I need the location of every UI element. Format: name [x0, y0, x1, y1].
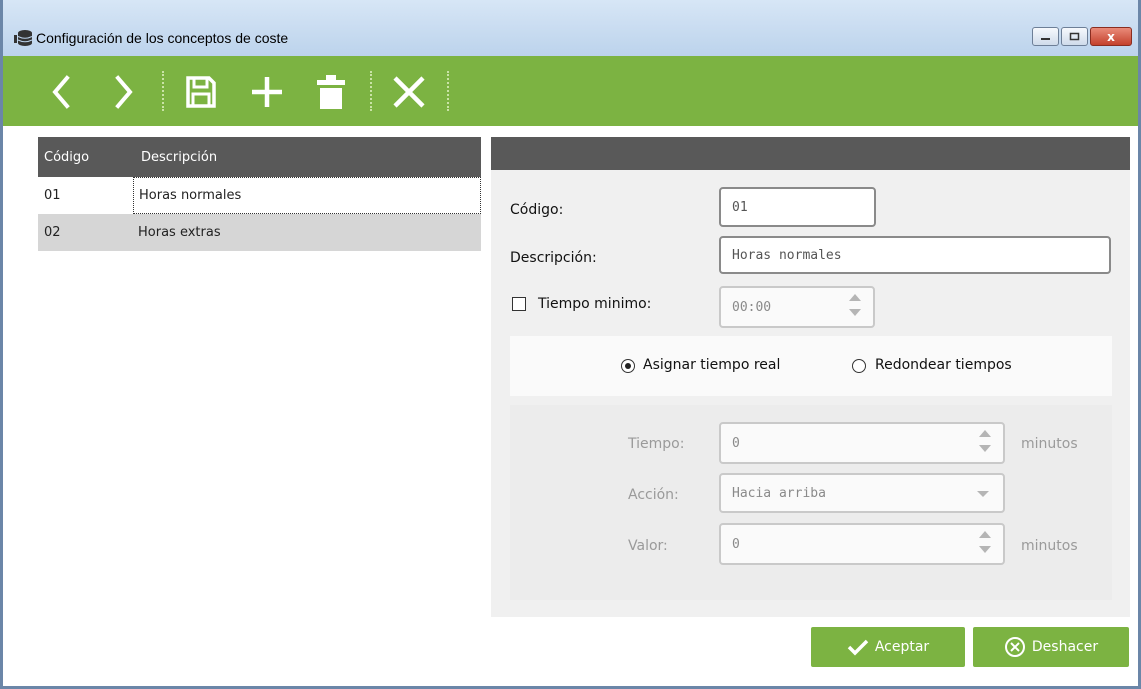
close-window-button[interactable]: x — [1090, 27, 1132, 46]
next-button[interactable] — [102, 70, 146, 114]
codigo-input[interactable]: 01 — [719, 187, 876, 227]
valor-stepper[interactable]: 0 — [719, 523, 1005, 565]
valor-value: 0 — [732, 536, 740, 552]
cancel-circle-icon — [1004, 637, 1025, 657]
database-icon — [14, 30, 33, 46]
aceptar-button[interactable]: Aceptar — [811, 627, 965, 667]
tiempo-label: Tiempo: — [628, 436, 685, 452]
descripcion-label: Descripción: — [510, 250, 597, 266]
minimize-icon — [1041, 38, 1050, 40]
close-window-icon: x — [1107, 29, 1115, 44]
radio-asignar-label[interactable]: Asignar tiempo real — [643, 357, 780, 373]
toolbar-separator — [447, 71, 449, 111]
valor-unit: minutos — [1021, 538, 1078, 554]
panel-header — [491, 137, 1130, 170]
previous-button[interactable] — [39, 70, 83, 114]
maximize-button[interactable] — [1061, 27, 1088, 46]
save-icon — [186, 76, 216, 108]
tiempo-unit: minutos — [1021, 436, 1078, 452]
concepts-table: Código Descripción 01 Horas normales 02 … — [38, 137, 481, 253]
plus-icon — [252, 77, 282, 107]
save-button[interactable] — [179, 70, 223, 114]
app-window: Configuración de los conceptos de coste … — [0, 0, 1141, 689]
deshacer-button[interactable]: Deshacer — [973, 627, 1129, 667]
column-header-codigo[interactable]: Código — [38, 150, 133, 165]
title-bar: Configuración de los conceptos de coste … — [3, 0, 1138, 56]
spinner-icon[interactable] — [849, 294, 861, 316]
toolbar-separator — [162, 71, 164, 111]
valor-label: Valor: — [628, 538, 668, 554]
tiempo-minimo-stepper[interactable]: 00:00 — [719, 286, 875, 328]
descripcion-input[interactable]: Horas normales — [719, 236, 1111, 274]
table-header: Código Descripción — [38, 137, 481, 177]
table-row[interactable]: 02 Horas extras — [38, 214, 481, 251]
tiempo-minimo-label: Tiempo minimo: — [538, 296, 652, 312]
cell-codigo: 02 — [44, 225, 61, 240]
cell-descripcion[interactable]: Horas normales — [133, 177, 481, 214]
spinner-icon[interactable] — [979, 531, 991, 553]
mode-radio-group — [510, 336, 1112, 396]
tiempo-value: 0 — [732, 435, 740, 451]
codigo-label: Código: — [510, 202, 564, 218]
spinner-icon[interactable] — [979, 430, 991, 452]
chevron-down-icon[interactable] — [977, 491, 989, 497]
chevron-left-icon — [52, 75, 70, 109]
close-icon — [393, 76, 425, 108]
tiempo-stepper[interactable]: 0 — [719, 422, 1005, 464]
accion-label: Acción: — [628, 487, 679, 503]
chevron-right-icon — [115, 75, 133, 109]
table-row[interactable]: 01 Horas normales — [38, 177, 481, 214]
window-controls: x — [1030, 27, 1132, 46]
cancel-button[interactable] — [387, 70, 431, 114]
toolbar — [3, 56, 1138, 126]
tiempo-minimo-checkbox[interactable] — [512, 297, 526, 311]
tiempo-minimo-value: 00:00 — [732, 299, 772, 315]
delete-button[interactable] — [309, 70, 353, 114]
window-title: Configuración de los conceptos de coste — [36, 30, 289, 46]
add-button[interactable] — [245, 70, 289, 114]
cell-codigo: 01 — [44, 188, 61, 203]
trash-icon — [317, 75, 345, 109]
aceptar-label: Aceptar — [874, 639, 930, 655]
accion-value: Hacia arriba — [732, 485, 826, 501]
maximize-icon — [1069, 32, 1080, 41]
check-icon — [847, 639, 869, 656]
accion-select[interactable]: Hacia arriba — [719, 473, 1005, 513]
radio-asignar-tiempo-real[interactable] — [621, 359, 635, 373]
column-header-descripcion[interactable]: Descripción — [133, 150, 217, 165]
deshacer-label: Deshacer — [1031, 639, 1099, 655]
radio-redondear-tiempos[interactable] — [852, 359, 866, 373]
minimize-button[interactable] — [1032, 27, 1059, 46]
toolbar-separator — [370, 71, 372, 111]
radio-redondear-label[interactable]: Redondear tiempos — [875, 357, 1012, 373]
cell-descripcion[interactable]: Horas extras — [133, 214, 481, 251]
